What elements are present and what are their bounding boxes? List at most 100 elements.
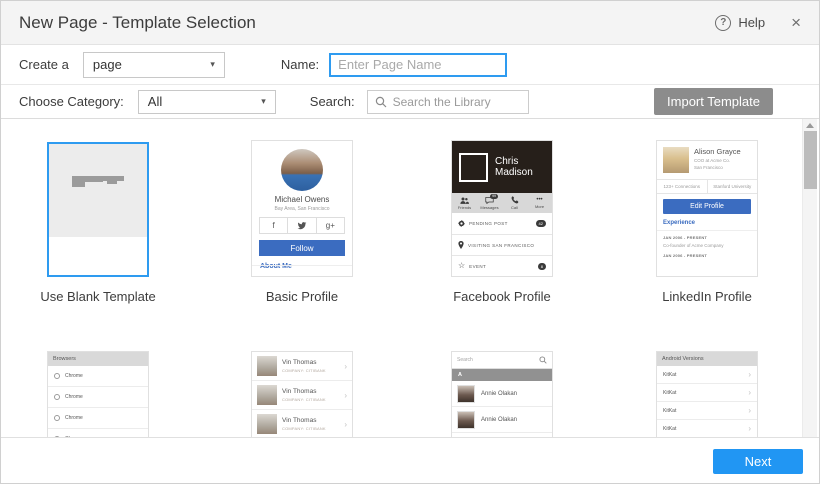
radio-icon (54, 436, 60, 438)
list-item: Chrome (48, 366, 148, 387)
divider (657, 230, 757, 231)
new-page-dialog: New Page - Template Selection ? Help × C… (0, 0, 820, 484)
blank-preview (49, 144, 147, 237)
list-item: KitKat› (657, 420, 757, 438)
template-card-basic-profile[interactable]: Michael Owens Bay Area, San Francisco f … (251, 140, 353, 277)
divider (252, 265, 352, 266)
location-pin-icon (458, 241, 464, 249)
linkedin-header: Alison Grayce COO at Acme Co. San Franci… (657, 141, 757, 179)
dropdown-arrow-icon: ▾ (261, 96, 266, 107)
list-item: Chrome (48, 387, 148, 408)
scrollbar-thumb[interactable] (804, 131, 817, 189)
list-item: KitKat› (657, 366, 757, 384)
dropdown-arrow-icon: ▾ (210, 59, 215, 70)
messages-badge: 99 (490, 194, 498, 199)
visiting-row: VISITING SAN FRANCISCO (452, 234, 552, 255)
chevron-right-icon: › (344, 391, 347, 400)
search-label: Search: (310, 94, 355, 109)
friends-button: Friends (452, 193, 477, 213)
page-name-input[interactable] (329, 53, 507, 77)
chevron-right-icon: › (748, 424, 751, 433)
job-date: JAN 2006 - PRESENT (663, 235, 751, 240)
radio-icon (54, 394, 60, 400)
gear-icon (458, 220, 465, 227)
avatar (281, 149, 323, 191)
template-caption-facebook: Facebook Profile (422, 289, 582, 304)
messages-button: Messages 99 (477, 193, 502, 213)
chevron-right-icon: › (344, 362, 347, 371)
profile-role: COO at Acme Co. (694, 158, 741, 164)
template-card-contacts-list[interactable]: Vin Thomas COMPANY: CITIBANK › Vin Thoma… (251, 351, 353, 438)
template-card-blank[interactable] (47, 142, 149, 277)
list-item: Annie Olakan (452, 381, 552, 407)
search-icon (539, 356, 547, 364)
category-value: All (148, 94, 162, 109)
avatar (457, 437, 475, 439)
template-caption-blank: Use Blank Template (18, 289, 178, 304)
follow-button: Follow (259, 240, 345, 256)
star-icon: ☆ (458, 262, 465, 270)
twitter-icon (288, 218, 316, 233)
event-row: ☆ EVENT 8 (452, 255, 552, 276)
template-card-facebook-profile[interactable]: Chris Madison Friends Messages 99 Call • (451, 140, 553, 277)
list-header: Browsers (48, 352, 148, 366)
template-card-browsers-list[interactable]: Browsers Chrome Chrome Chrome Chrome (47, 351, 149, 438)
google-plus-icon: g+ (317, 218, 344, 233)
edit-profile-button: Edit Profile (663, 199, 751, 214)
list-item: Vin Thomas COMPANY: CITIBANK › (252, 410, 352, 438)
list-header: Android Versions (657, 352, 757, 366)
filter-row: Choose Category: All ▾ Search: Import Te… (1, 85, 819, 119)
section-header: A (452, 369, 552, 381)
list-item (452, 433, 552, 438)
import-template-button[interactable]: Import Template (654, 88, 773, 115)
phone-icon (511, 196, 519, 204)
profile-name: Chris Madison (495, 156, 545, 179)
help-icon: ? (715, 15, 731, 31)
profile-location: Bay Area, San Francisco (252, 206, 352, 212)
chevron-right-icon: › (748, 388, 751, 397)
linkedin-stats: 123+ Connections Stanford University (657, 179, 757, 194)
avatar (457, 385, 475, 403)
name-label: Name: (281, 57, 319, 72)
vertical-scrollbar[interactable] (802, 119, 817, 438)
scroll-up-arrow-icon[interactable] (806, 123, 814, 128)
choose-category-label: Choose Category: (19, 94, 124, 109)
category-select[interactable]: All ▾ (138, 90, 276, 114)
list-item: Vin Thomas COMPANY: CITIBANK › (252, 352, 352, 381)
close-icon[interactable]: × (791, 14, 801, 31)
template-card-search-list[interactable]: Search A Annie Olakan Annie Olakan (451, 351, 553, 438)
event-badge: 8 (538, 263, 546, 270)
help-label: Help (738, 15, 765, 30)
list-item: Vin Thomas COMPANY: CITIBANK › (252, 381, 352, 410)
list-item: Annie Olakan (452, 407, 552, 433)
help-button[interactable]: ? Help (715, 15, 765, 31)
template-caption-basic: Basic Profile (222, 289, 382, 304)
list-item: KitKat› (657, 384, 757, 402)
avatar (459, 153, 488, 182)
dialog-footer: Next (1, 438, 819, 484)
radio-icon (54, 415, 60, 421)
radio-icon (54, 373, 60, 379)
facebook-toolbar: Friends Messages 99 Call ••• More (452, 193, 552, 213)
template-grid: Use Blank Template Michael Owens Bay Are… (1, 119, 819, 438)
avatar (257, 356, 277, 376)
library-search-box (367, 90, 529, 114)
friends-icon (460, 197, 469, 204)
search-icon (375, 96, 387, 108)
create-type-select[interactable]: page ▾ (83, 52, 225, 78)
avatar (457, 411, 475, 429)
next-button[interactable]: Next (713, 449, 803, 474)
template-card-android-versions[interactable]: Android Versions KitKat› KitKat› KitKat›… (656, 351, 758, 438)
experience-heading: Experience (663, 220, 751, 226)
more-button: ••• More (527, 193, 552, 213)
facebook-icon: f (260, 218, 288, 233)
more-dots-icon: ••• (536, 198, 542, 203)
list-item: Chrome (48, 429, 148, 438)
list-item: KitKat› (657, 402, 757, 420)
pending-post-row: PENDING POST 42 (452, 213, 552, 234)
social-buttons: f g+ (259, 217, 345, 234)
create-type-value: page (93, 57, 122, 72)
library-search-input[interactable] (393, 95, 521, 109)
create-row: Create a page ▾ Name: (1, 45, 819, 85)
template-card-linkedin-profile[interactable]: Alison Grayce COO at Acme Co. San Franci… (656, 140, 758, 277)
